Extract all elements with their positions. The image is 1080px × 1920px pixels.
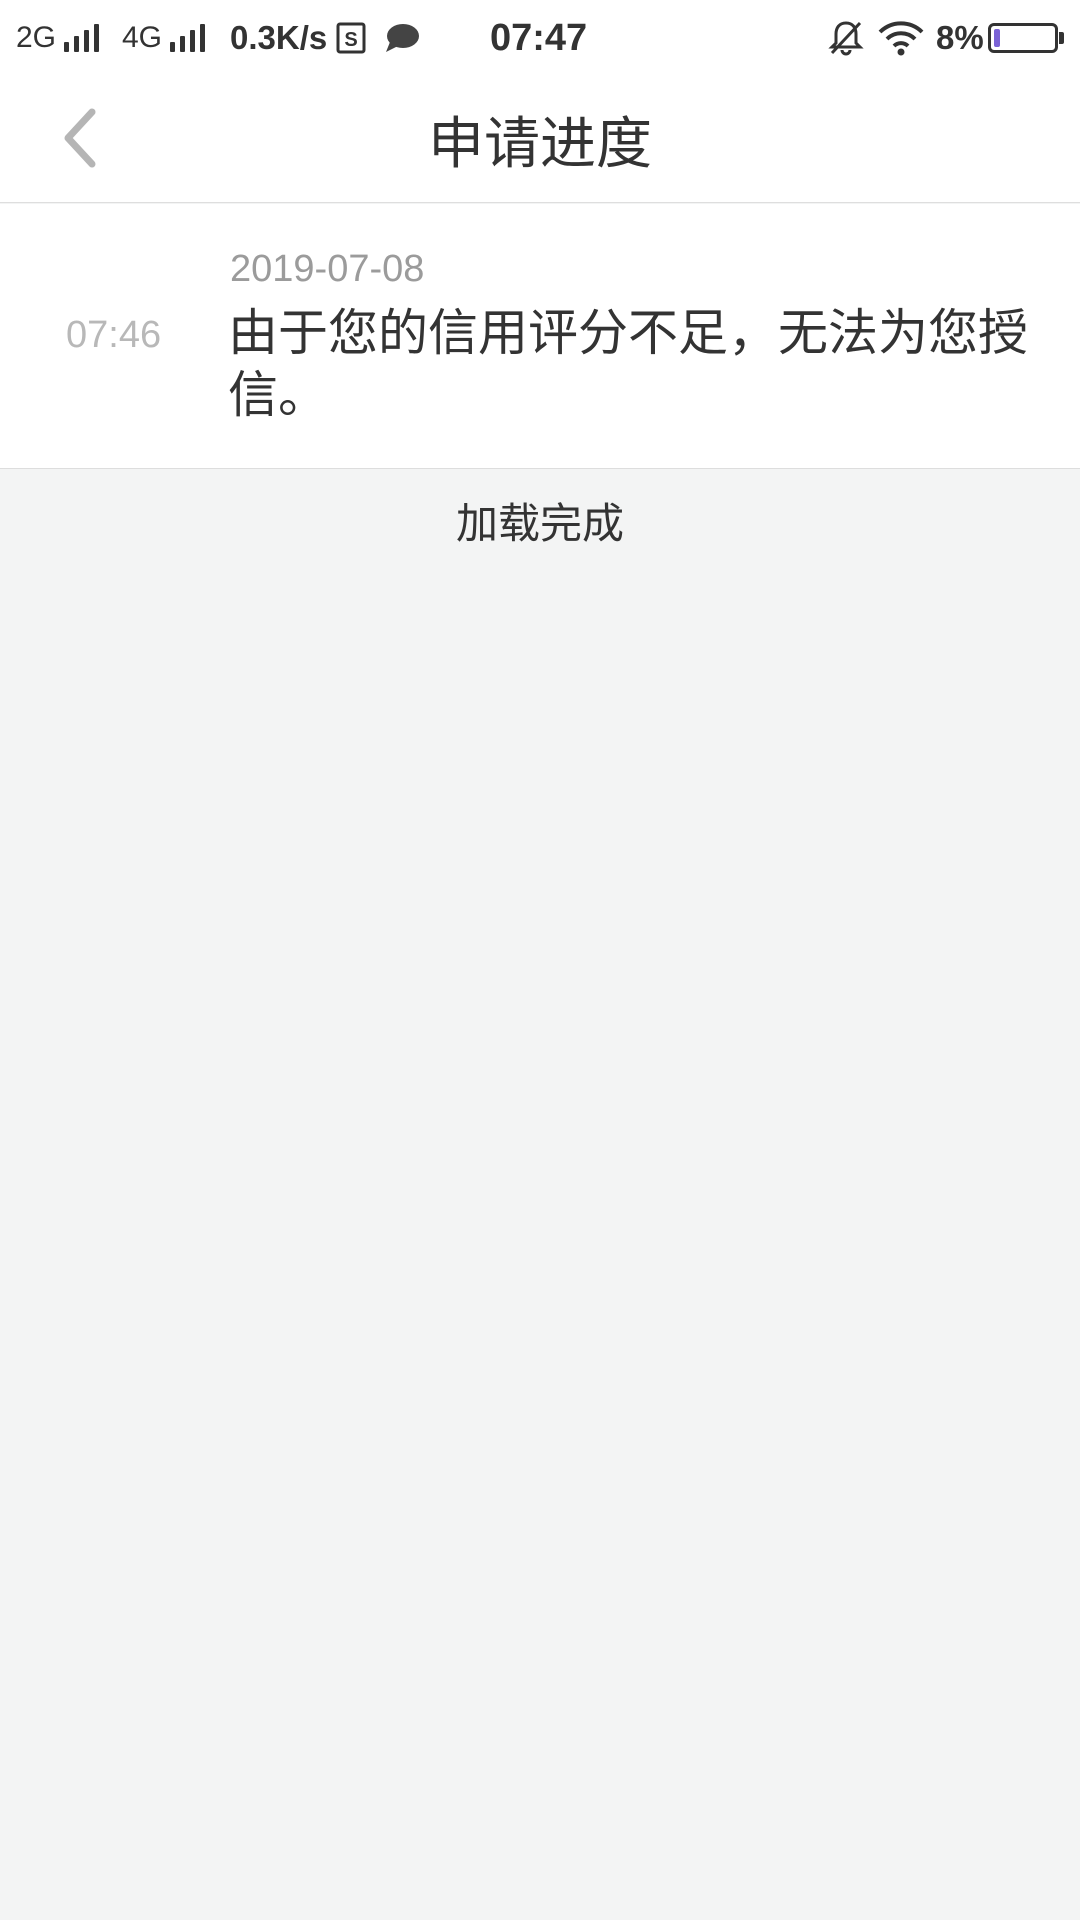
back-button[interactable] bbox=[40, 98, 120, 178]
signal-4g: 4G bbox=[122, 0, 206, 76]
screen: 2G 4G 0.3K/s S 07:47 8% 申请进度 07:46 2019-… bbox=[0, 0, 1080, 1920]
bell-off-icon bbox=[828, 0, 864, 76]
network-2g-label: 2G bbox=[16, 21, 57, 54]
signal-2g: 2G bbox=[16, 0, 100, 76]
record-time: 07:46 bbox=[66, 314, 162, 356]
clock: 07:47 bbox=[490, 0, 587, 76]
wifi-icon bbox=[878, 0, 924, 76]
battery-level bbox=[994, 29, 1000, 47]
network-speed: 0.3K/s bbox=[230, 0, 327, 76]
page-title: 申请进度 bbox=[428, 112, 652, 177]
chevron-left-icon bbox=[64, 108, 96, 168]
clock-label: 07:47 bbox=[490, 16, 588, 59]
status-bar: 2G 4G 0.3K/s S 07:47 8% bbox=[0, 0, 1080, 76]
svg-text:S: S bbox=[344, 29, 357, 51]
battery-percent-label: 8% bbox=[936, 19, 984, 56]
sim-s-icon: S bbox=[336, 0, 366, 76]
load-complete-label: 加载完成 bbox=[455, 499, 624, 548]
battery-icon bbox=[988, 0, 1064, 76]
signal-bars-icon bbox=[170, 24, 206, 52]
signal-bars-icon bbox=[64, 24, 100, 52]
list-item: 07:46 2019-07-08 由于您的信用评分不足，无法为您授信。 bbox=[0, 204, 1080, 469]
network-4g-label: 4G bbox=[122, 21, 163, 54]
record-message: 由于您的信用评分不足，无法为您授信。 bbox=[228, 304, 1028, 424]
network-speed-label: 0.3K/s bbox=[230, 19, 328, 56]
nav-bar: 申请进度 bbox=[0, 76, 1080, 203]
chat-bubble-icon bbox=[384, 0, 420, 76]
record-date: 2019-07-08 bbox=[230, 248, 425, 290]
battery-percent: 8% bbox=[936, 0, 984, 76]
